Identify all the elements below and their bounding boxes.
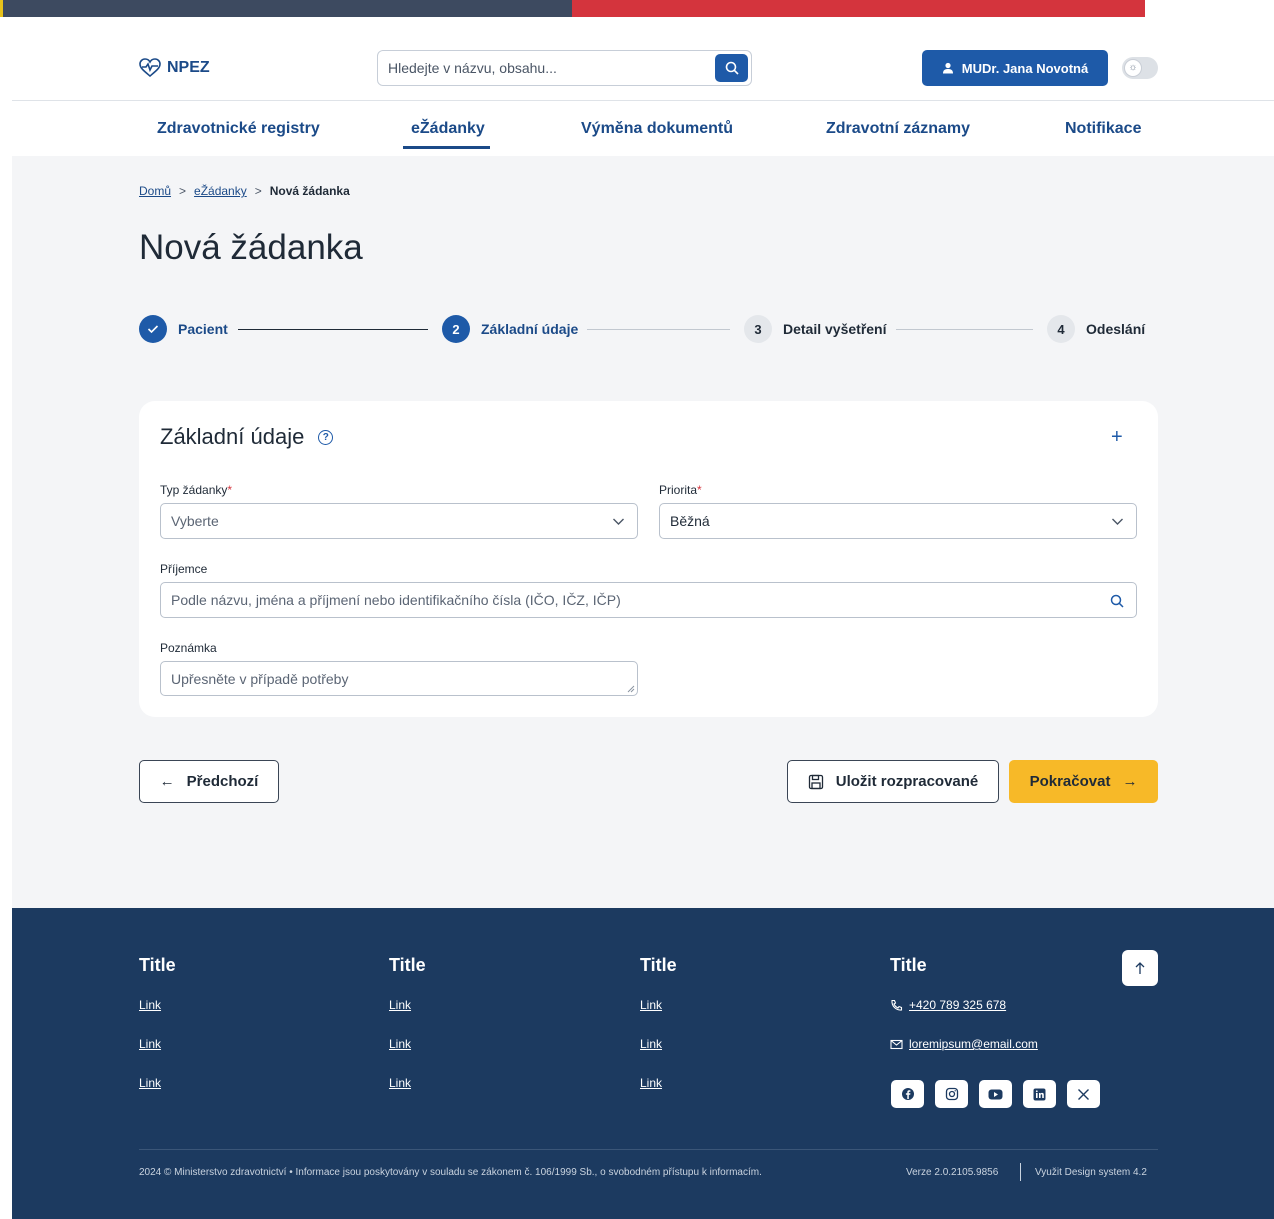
page-title: Nová žádanka <box>139 228 363 267</box>
sun-icon: ☼ <box>1124 59 1142 77</box>
step-4-number: 4 <box>1047 315 1075 343</box>
chevron-right-icon: > <box>254 184 262 198</box>
mail-icon <box>890 1039 903 1049</box>
header-divider <box>12 100 1274 101</box>
typ-zadanky-select[interactable]: Vyberte <box>160 503 638 539</box>
breadcrumb-home[interactable]: Domů <box>139 184 171 198</box>
nav-active-indicator <box>403 146 490 149</box>
arrow-left-icon: ← <box>159 773 175 790</box>
footer-email[interactable]: loremipsum@email.com <box>890 1037 1038 1051</box>
step-1-label: Pacient <box>178 321 228 337</box>
step-3-label: Detail vyšetření <box>783 321 887 337</box>
footer-link[interactable]: Link <box>139 1076 161 1090</box>
chevron-right-icon: > <box>179 184 187 198</box>
help-icon[interactable]: ? <box>318 429 334 445</box>
instagram-icon[interactable] <box>935 1080 968 1108</box>
step-2-label: Základní údaje <box>481 321 579 337</box>
resize-handle-icon[interactable] <box>627 685 635 693</box>
phone-icon <box>891 999 903 1011</box>
nav-item-notifikace[interactable]: Notifikace <box>1065 106 1141 152</box>
footer-contact-title: Title <box>890 955 927 975</box>
footer-divider <box>139 1149 1158 1150</box>
top-stripe-accent <box>0 0 3 17</box>
footer-link[interactable]: Link <box>389 998 411 1012</box>
footer-link[interactable]: Link <box>640 998 662 1012</box>
search-input[interactable]: Hledejte v názvu, obsahu... <box>388 60 557 76</box>
top-stripe-blue <box>0 0 572 17</box>
poznamka-placeholder: Upřesněte v případě potřeby <box>171 670 349 687</box>
step-4-label: Odeslání <box>1086 321 1146 337</box>
prijemce-label: Příjemce <box>160 562 208 576</box>
footer-link[interactable]: Link <box>640 1076 662 1090</box>
chevron-down-icon <box>613 518 624 525</box>
step-connector-1 <box>238 329 428 330</box>
top-stripe-red <box>572 0 1145 17</box>
prijemce-placeholder: Podle názvu, jména a příjmení nebo ident… <box>171 592 621 608</box>
priorita-label: Priorita* <box>659 483 702 497</box>
footer-link[interactable]: Link <box>389 1037 411 1051</box>
search-bar[interactable]: Hledejte v názvu, obsahu... <box>377 50 752 86</box>
nav-item-zdravotnicke-registry[interactable]: Zdravotnické registry <box>157 106 320 152</box>
search-icon <box>725 61 739 75</box>
form-card-header: Základní údaje ? <box>160 424 334 450</box>
priorita-select[interactable]: Běžná <box>659 503 1137 539</box>
logo-text: NPEZ <box>167 59 210 76</box>
heartbeat-icon <box>139 58 161 78</box>
typ-zadanky-value: Vyberte <box>171 513 219 529</box>
footer-phone[interactable]: +420 789 325 678 <box>890 998 1006 1012</box>
nav-item-vymena-dokumentu[interactable]: Výměna dokumentů <box>581 106 733 152</box>
theme-toggle[interactable]: ☼ <box>1122 57 1158 79</box>
step-2-number: 2 <box>442 315 470 343</box>
logo[interactable]: NPEZ <box>139 56 210 80</box>
save-draft-button[interactable]: Uložit rozpracované <box>787 760 999 803</box>
step-1-check-icon <box>139 315 167 343</box>
nav-item-zdravotni-zaznamy[interactable]: Zdravotní záznamy <box>826 106 970 152</box>
footer-link[interactable]: Link <box>139 1037 161 1051</box>
breadcrumb: Domů > eŽádanky > Nová žádanka <box>139 184 350 198</box>
priorita-value: Běžná <box>670 513 710 529</box>
x-icon[interactable] <box>1067 1080 1100 1108</box>
poznamka-textarea[interactable]: Upřesněte v případě potřeby <box>160 661 638 696</box>
search-button[interactable] <box>715 54 748 82</box>
footer-version-separator <box>1020 1163 1021 1181</box>
footer-version: Verze 2.0.2105.9856 <box>906 1167 999 1178</box>
continue-button[interactable]: Pokračovat → <box>1009 760 1158 803</box>
scroll-to-top-button[interactable] <box>1122 950 1158 986</box>
footer-col-2-title: Title <box>389 955 426 975</box>
footer-link[interactable]: Link <box>640 1037 662 1051</box>
prijemce-search-input[interactable]: Podle názvu, jména a příjmení nebo ident… <box>160 582 1137 618</box>
youtube-icon[interactable] <box>979 1080 1012 1108</box>
footer-copyright: 2024 © Ministerstvo zdravotnictví • Info… <box>139 1167 762 1178</box>
user-button[interactable]: MUDr. Jana Novotná <box>922 50 1108 86</box>
search-icon[interactable] <box>1110 594 1124 608</box>
breadcrumb-ezadanky[interactable]: eŽádanky <box>194 184 247 198</box>
arrow-up-icon <box>1135 962 1145 974</box>
footer-link[interactable]: Link <box>389 1076 411 1090</box>
email-link[interactable]: loremipsum@email.com <box>909 1037 1038 1051</box>
linkedin-icon[interactable] <box>1023 1080 1056 1108</box>
form-title: Základní údaje <box>160 424 305 449</box>
step-3-number: 3 <box>744 315 772 343</box>
chevron-down-icon <box>1112 518 1123 525</box>
previous-label: Předchozí <box>186 773 259 790</box>
footer-link[interactable]: Link <box>139 998 161 1012</box>
facebook-icon[interactable] <box>891 1080 924 1108</box>
step-connector-3 <box>896 329 1033 330</box>
save-draft-label: Uložit rozpracované <box>835 773 979 790</box>
footer-design-system: Využit Design system 4.2 <box>1035 1167 1147 1178</box>
expand-plus-icon[interactable]: + <box>1111 426 1123 449</box>
user-icon <box>942 62 953 74</box>
phone-link[interactable]: +420 789 325 678 <box>909 998 1006 1012</box>
continue-label: Pokračovat <box>1029 773 1111 790</box>
typ-zadanky-label: Typ žádanky* <box>160 483 233 497</box>
breadcrumb-current: Nová žádanka <box>269 184 350 198</box>
arrow-right-icon: → <box>1122 773 1138 790</box>
footer-col-1-title: Title <box>139 955 176 975</box>
step-connector-2 <box>587 329 730 330</box>
previous-button[interactable]: ← Předchozí <box>139 760 279 803</box>
floppy-disk-icon <box>808 774 823 789</box>
poznamka-label: Poznámka <box>160 641 217 655</box>
footer-col-3-title: Title <box>640 955 677 975</box>
user-name: MUDr. Jana Novotná <box>961 60 1089 76</box>
